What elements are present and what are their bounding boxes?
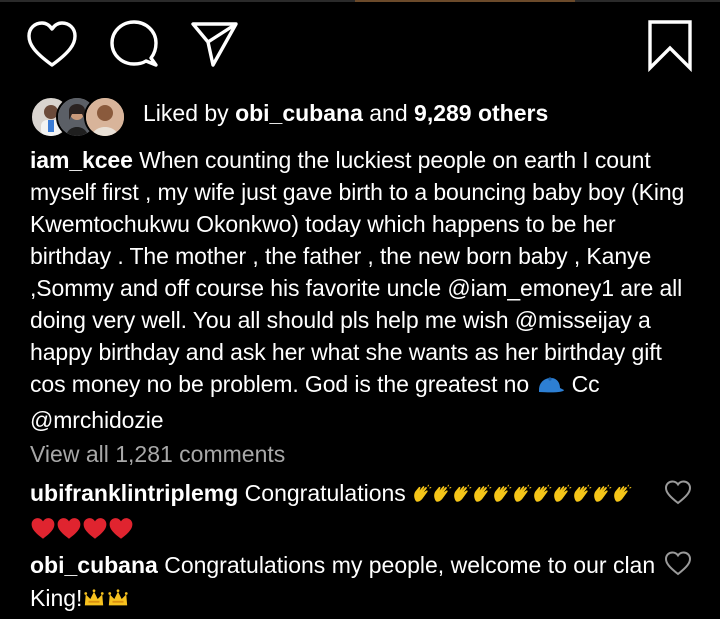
heart-outline-icon [664, 551, 692, 576]
share-button[interactable] [186, 18, 242, 74]
comment-like-button[interactable] [664, 550, 692, 578]
clap-emoji [452, 481, 472, 514]
heart-outline-icon [664, 480, 692, 505]
bookmark-icon [648, 20, 692, 73]
red-heart-emoji [30, 516, 56, 551]
red-heart-emoji [108, 516, 134, 551]
crown-emoji-group [82, 585, 130, 611]
likes-count[interactable]: 9,289 others [414, 100, 548, 126]
clap-emoji [572, 481, 592, 514]
red-heart-emoji [56, 516, 82, 551]
clap-emoji [432, 481, 452, 514]
clap-emoji-group [412, 480, 632, 506]
view-all-comments-link[interactable]: View all 1,281 comments [30, 441, 285, 468]
comment-like-button[interactable] [664, 479, 692, 507]
comment-item: obi_cubana Congratulations my people, we… [30, 549, 670, 619]
clap-emoji [592, 481, 612, 514]
comment-text: Congratulations [238, 480, 413, 506]
save-button[interactable] [642, 18, 698, 74]
comment-item: ubifranklintriplemg Congratulations [30, 477, 670, 551]
avatar [84, 96, 126, 138]
post-caption: iam_kcee When counting the luckiest peop… [30, 144, 700, 436]
heart-emoji-group [30, 517, 134, 543]
comment-bubble-icon [110, 20, 158, 67]
likes-and: and [362, 100, 415, 126]
clap-emoji [612, 481, 632, 514]
comment-button[interactable] [106, 18, 162, 74]
clap-emoji [472, 481, 492, 514]
red-heart-emoji [82, 516, 108, 551]
post-action-bar [0, 18, 720, 74]
heart-outline-icon [27, 21, 77, 67]
likes-row: Liked by obi_cubana and 9,289 others [30, 94, 710, 138]
clap-emoji [512, 481, 532, 514]
comment-username[interactable]: obi_cubana [30, 552, 158, 578]
top-divider [0, 0, 720, 2]
clap-emoji [552, 481, 572, 514]
clap-emoji [492, 481, 512, 514]
crown-emoji [106, 586, 130, 619]
clap-emoji [412, 481, 432, 514]
top-divider-accent [355, 0, 575, 2]
comment-username[interactable]: ubifranklintriplemg [30, 480, 238, 506]
likes-summary: Liked by obi_cubana and 9,289 others [143, 100, 548, 127]
clap-emoji [532, 481, 552, 514]
cap-emoji [535, 372, 565, 404]
like-button[interactable] [24, 18, 80, 74]
caption-username[interactable]: iam_kcee [30, 147, 133, 173]
paper-plane-icon [191, 22, 238, 67]
liker-avatars[interactable] [30, 96, 130, 138]
liker-username[interactable]: obi_cubana [235, 100, 363, 126]
crown-emoji [82, 586, 106, 619]
caption-text: When counting the luckiest people on ear… [30, 147, 685, 397]
likes-prefix: Liked by [143, 100, 236, 126]
